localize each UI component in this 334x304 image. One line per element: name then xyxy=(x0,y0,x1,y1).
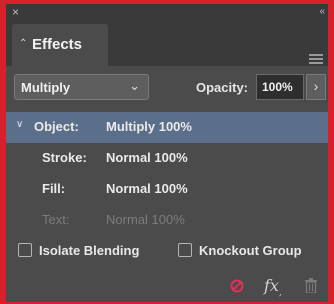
close-icon[interactable]: × xyxy=(12,5,19,19)
panel-footer: fx, xyxy=(6,276,328,302)
opacity-slider-button[interactable]: › xyxy=(306,74,326,100)
opacity-value: 100% xyxy=(262,80,293,94)
attribute-name: Stroke: xyxy=(42,150,87,165)
isolate-blending-checkbox[interactable] xyxy=(18,243,32,257)
fx-icon[interactable]: fx, xyxy=(264,276,282,298)
attribute-value: Multiply 100% xyxy=(106,119,192,134)
hamburger-menu-icon[interactable] xyxy=(309,54,323,64)
attribute-row-text: Text: Normal 100% xyxy=(6,205,328,236)
knockout-group-label[interactable]: Knockout Group xyxy=(199,243,302,258)
collapse-panel-icon[interactable]: « xyxy=(319,5,324,19)
trash-icon[interactable] xyxy=(305,278,317,294)
panel-title: Effects xyxy=(32,36,83,53)
blending-options: Isolate Blending Knockout Group xyxy=(6,240,328,262)
attribute-row-object[interactable]: ∨ Object: Multiply 100% xyxy=(6,112,328,143)
tab-effects[interactable]: ⌃ Effects xyxy=(12,24,108,66)
blend-mode-dropdown[interactable]: Multiply ⌄ xyxy=(14,74,149,100)
attribute-name: Text: xyxy=(42,212,70,227)
attribute-name: Object: xyxy=(34,119,79,134)
opacity-input[interactable]: 100% xyxy=(256,74,304,100)
knockout-group-checkbox[interactable] xyxy=(178,243,192,257)
attribute-name: Fill: xyxy=(42,181,66,196)
tab-row: ⌃ Effects xyxy=(6,20,328,66)
opacity-label: Opacity: xyxy=(196,80,249,95)
chevron-down-icon: ⌄ xyxy=(129,78,140,93)
clear-effects-icon[interactable] xyxy=(230,279,244,293)
attribute-value: Normal 100% xyxy=(106,212,185,227)
attribute-row-stroke[interactable]: Stroke: Normal 100% xyxy=(6,143,328,174)
attribute-value: Normal 100% xyxy=(106,150,188,165)
effects-panel: × « ⌃ Effects Multiply ⌄ Opacity: 100% ›… xyxy=(6,4,328,302)
tab-chevron-icon: ⌃ xyxy=(19,38,28,49)
attribute-list: ∨ Object: Multiply 100% Stroke: Normal 1… xyxy=(6,112,328,236)
panel-titlebar: × « xyxy=(6,4,328,20)
disclosure-chevron-icon[interactable]: ∨ xyxy=(16,119,23,130)
attribute-value: Normal 100% xyxy=(106,181,188,196)
blend-mode-value: Multiply xyxy=(21,80,71,95)
isolate-blending-label[interactable]: Isolate Blending xyxy=(39,243,139,258)
fx-glyph: fx xyxy=(264,276,279,295)
attribute-row-fill[interactable]: Fill: Normal 100% xyxy=(6,174,328,205)
